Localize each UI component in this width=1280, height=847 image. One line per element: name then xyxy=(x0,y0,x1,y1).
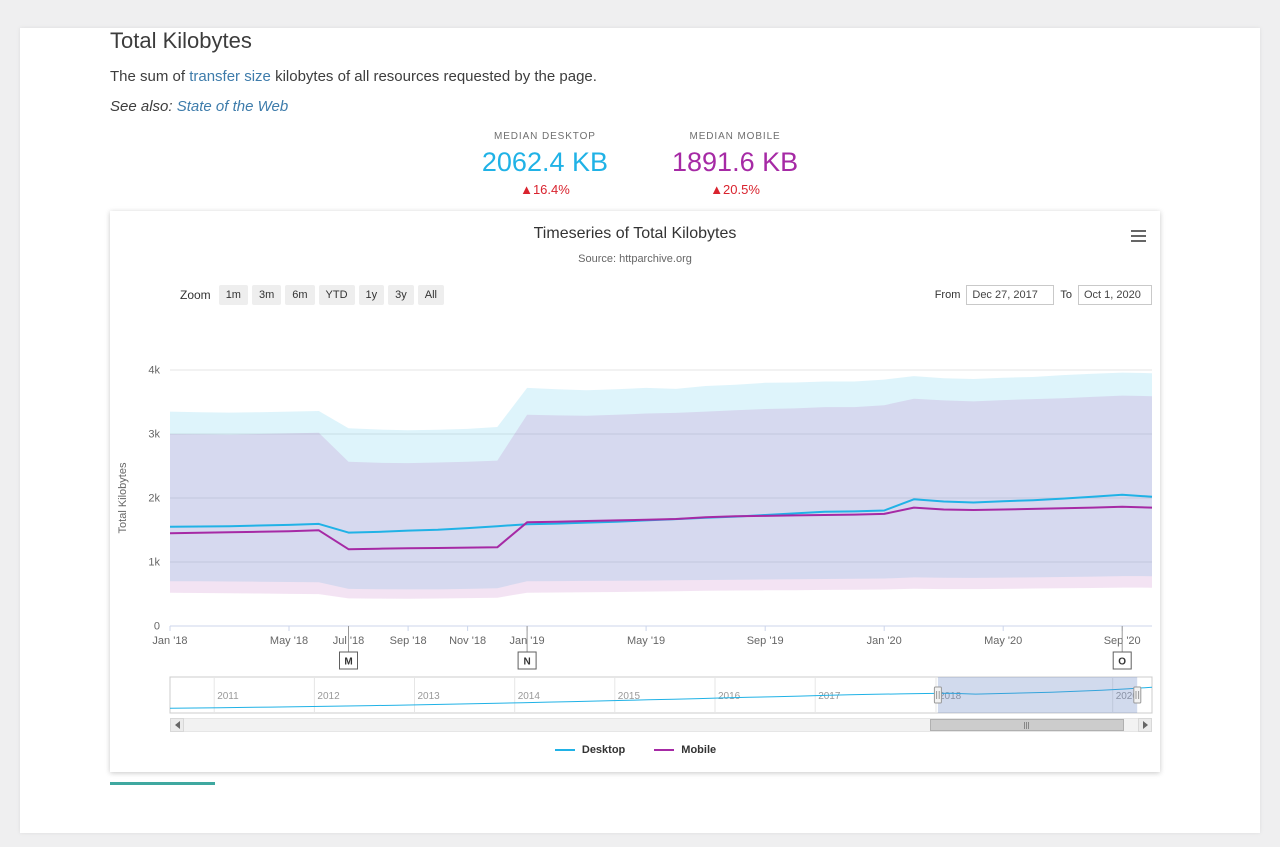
metric-desktop-value: 2062.4 KB xyxy=(482,147,608,178)
x-axis-label: May '20 xyxy=(984,635,1022,647)
state-of-the-web-link[interactable]: State of the Web xyxy=(177,98,288,115)
flag-N-label: N xyxy=(523,657,530,668)
x-axis-label: Jan '18 xyxy=(152,635,187,647)
y-axis-label: 2k xyxy=(148,493,160,505)
grip-icon xyxy=(1026,722,1027,729)
to-date-input[interactable] xyxy=(1078,285,1152,305)
y-axis-label: 0 xyxy=(154,621,160,633)
metric-summary: MEDIAN DESKTOP 2062.4 KB ▲16.4% MEDIAN M… xyxy=(20,131,1260,197)
legend-item-mobile[interactable]: Mobile xyxy=(653,744,716,756)
hamburger-icon xyxy=(1131,240,1146,242)
page-title: Total Kilobytes xyxy=(110,28,1260,54)
chart-context-menu-button[interactable] xyxy=(1129,225,1146,247)
page-description: The sum of transfer size kilobytes of al… xyxy=(110,68,1260,85)
navigator-year-label: 2012 xyxy=(317,691,340,702)
chart-scrollbar[interactable] xyxy=(170,718,1152,732)
timeseries-chart-card: Timeseries of Total Kilobytes Source: ht… xyxy=(110,211,1160,772)
x-axis-label: May '19 xyxy=(627,635,665,647)
zoom-button-all[interactable]: All xyxy=(418,285,444,305)
zoom-label: Zoom xyxy=(180,288,211,302)
x-axis-label: Sep '18 xyxy=(390,635,427,647)
y-axis-title: Total Kilobytes xyxy=(117,462,129,533)
description-suffix: kilobytes of all resources requested by … xyxy=(271,68,597,85)
zoom-button-3m[interactable]: 3m xyxy=(252,285,281,305)
navigator-mini-chart[interactable]: 201120122013201420152016201720182020 xyxy=(110,676,1160,716)
zoom-button-ytd[interactable]: YTD xyxy=(319,285,355,305)
zoom-button-6m[interactable]: 6m xyxy=(285,285,314,305)
legend-line-icon xyxy=(554,745,576,755)
from-label: From xyxy=(935,289,961,301)
metric-desktop: MEDIAN DESKTOP 2062.4 KB ▲16.4% xyxy=(482,131,608,197)
legend-item-desktop[interactable]: Desktop xyxy=(554,744,625,756)
section-divider xyxy=(110,782,215,785)
from-date-input[interactable] xyxy=(966,285,1054,305)
zoom-button-group: Zoom 1m 3m 6m YTD 1y 3y All xyxy=(180,285,444,305)
x-axis-label: Jan '20 xyxy=(867,635,902,647)
x-axis-label: May '18 xyxy=(270,635,308,647)
navigator-year-label: 2011 xyxy=(217,691,239,702)
metric-mobile-delta: ▲20.5% xyxy=(672,182,798,197)
right-arrow-icon xyxy=(1143,721,1148,729)
metric-mobile: MEDIAN MOBILE 1891.6 KB ▲20.5% xyxy=(672,131,798,197)
report-page: Total Kilobytes The sum of transfer size… xyxy=(20,28,1260,833)
scrollbar-track[interactable] xyxy=(184,718,1138,732)
flag-O-label: O xyxy=(1118,657,1126,668)
x-axis-label: Sep '19 xyxy=(747,635,784,647)
navigator-year-label: 2016 xyxy=(718,691,741,702)
zoom-button-1y[interactable]: 1y xyxy=(359,285,385,305)
navigator-right-handle[interactable] xyxy=(1134,687,1141,703)
metric-mobile-value: 1891.6 KB xyxy=(672,147,798,178)
scrollbar-thumb[interactable] xyxy=(930,719,1124,731)
date-range-group: From To xyxy=(935,285,1152,305)
scrollbar-right-button[interactable] xyxy=(1138,718,1152,732)
metric-desktop-delta: ▲16.4% xyxy=(482,182,608,197)
hamburger-icon xyxy=(1131,235,1146,237)
metric-desktop-label: MEDIAN DESKTOP xyxy=(482,131,608,142)
navigator-selected-range[interactable] xyxy=(938,677,1137,713)
navigator-left-handle[interactable] xyxy=(934,687,941,703)
x-axis-label: Nov '18 xyxy=(449,635,486,647)
zoom-button-3y[interactable]: 3y xyxy=(388,285,414,305)
see-also: See also: State of the Web xyxy=(110,98,1260,115)
chart-toolbar: Zoom 1m 3m 6m YTD 1y 3y All From To xyxy=(180,284,1152,306)
zoom-button-1m[interactable]: 1m xyxy=(219,285,248,305)
left-arrow-icon xyxy=(175,721,180,729)
y-axis-label: 1k xyxy=(148,557,160,569)
hamburger-icon xyxy=(1131,230,1146,232)
chart-subtitle: Source: httparchive.org xyxy=(110,253,1160,266)
see-also-label: See also: xyxy=(110,98,177,115)
metric-mobile-label: MEDIAN MOBILE xyxy=(672,131,798,142)
timeseries-plot: 01k2k3k4kJan '18May '18Jul '18Sep '18Nov… xyxy=(110,356,1160,672)
transfer-size-link[interactable]: transfer size xyxy=(189,68,271,85)
description-prefix: The sum of xyxy=(110,68,189,85)
to-label: To xyxy=(1060,289,1072,301)
navigator-year-label: 2013 xyxy=(418,691,441,702)
scrollbar-left-button[interactable] xyxy=(170,718,184,732)
navigator-year-label: 2014 xyxy=(518,691,541,702)
legend-label: Mobile xyxy=(681,744,716,756)
navigator-year-label: 2017 xyxy=(818,691,841,702)
legend-label: Desktop xyxy=(582,744,625,756)
chart-title: Timeseries of Total Kilobytes xyxy=(110,225,1160,243)
legend-line-icon xyxy=(653,745,675,755)
flag-M-label: M xyxy=(344,657,352,668)
chart-legend: Desktop Mobile xyxy=(110,744,1160,756)
y-axis-label: 4k xyxy=(148,365,160,377)
y-axis-label: 3k xyxy=(148,429,160,441)
